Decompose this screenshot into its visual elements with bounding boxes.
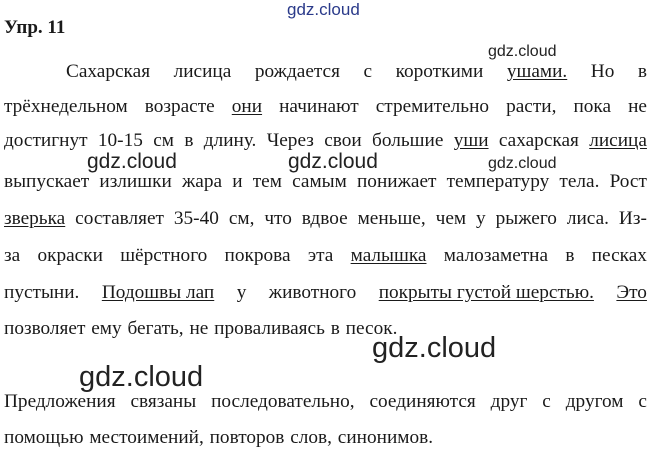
word: с [638,391,647,412]
word: малозаметна [443,245,549,266]
word: начинают [279,96,359,117]
exercise-title: Упр. 11 [4,17,66,38]
text-line-4: выпускает излишки жара и тем самым пониж… [4,171,647,192]
word: стремительно [375,96,490,117]
word: самым [292,171,347,192]
underlined-word: Это [616,282,647,303]
word: с [363,61,373,82]
word: в [184,130,194,151]
word: песках [591,245,647,266]
underlined-word: они [231,96,263,117]
underlined-phrase: Подошвы лап [101,282,215,303]
word: Сахарская [66,61,151,82]
page: gdz.cloud gdz.cloud gdz.cloud gdz.cloud … [0,0,650,449]
text-line-2: трёхнедельном возрасте они начинают стре… [4,96,647,117]
text-line-7: пустыни. Подошвы лап у животного покрыты… [4,282,647,303]
watermark-left-big: gdz.cloud [79,361,204,393]
word: эта [307,245,334,266]
word: тела. [559,171,600,192]
word: в [565,245,575,266]
word: лисица [173,61,232,82]
text-line-5: зверька составляет 35-40 см, что вдвое м… [4,208,647,229]
word: излишки [99,171,172,192]
word: Из- [618,208,647,229]
word: Предложения [4,391,116,412]
word: тем [252,171,282,192]
underlined-word: уши [453,130,489,151]
word: помощью [4,427,84,448]
word: большие [372,130,444,151]
underlined-word: зверька [4,208,66,229]
word: последовательно, [211,391,355,412]
word: и [232,171,243,192]
word: возрасте [144,96,215,117]
word: бегать, [127,318,184,339]
watermark-right-1: gdz.cloud [488,43,557,60]
word: связаны [130,391,197,412]
word: слов, [290,427,332,448]
word: позволяет [4,318,86,339]
word: соединяются [369,391,476,412]
word: местоимений, [89,427,204,448]
word: за [4,245,21,266]
word: пока [573,96,612,117]
text-line-8: позволяет ему бегать, не проваливаясь в … [4,319,397,338]
word: покрова [224,245,291,266]
word: не [628,96,647,117]
word: с [542,391,551,412]
watermark-top: gdz.cloud [287,0,360,19]
word: расти, [506,96,557,117]
underlined-word: ушами. [506,61,568,82]
word: животного [268,282,357,303]
word: Рост [609,171,647,192]
word: повторов [209,427,285,448]
word: рыжего [495,208,557,229]
word: меньше, [357,208,426,229]
word: синонимов. [337,427,434,448]
conclusion-line-1: Предложения связаны последовательно, сое… [4,391,647,412]
word: ему [91,318,122,339]
word: температуру [446,171,550,192]
word: окраски [37,245,103,266]
word: свои [324,130,362,151]
underlined-word: лисица [589,130,647,151]
word: чем [435,208,467,229]
word: см [153,130,174,151]
word: вдвое [301,208,348,229]
word: пустыни. [4,282,80,303]
word: 35-40 [173,208,219,229]
word: достигнут [4,130,88,151]
text-line-6: за окраски шёрстного покрова эта малышка… [4,245,647,266]
word: Через [266,130,314,151]
word: жара [181,171,223,192]
text-line-3: достигнут 10-15 см в длину. Через свои б… [4,130,647,151]
word: песок. [345,318,398,339]
word: Но [590,61,615,82]
word: рождается [254,61,340,82]
word: не [189,318,209,339]
word: трёхнедельном [4,96,128,117]
word: друг [490,391,528,412]
text-line-1: Сахарская лисица рождается с короткими у… [66,61,647,82]
conclusion-line-2: помощью местоимений, повторов слов, сино… [4,428,433,447]
word: 10-15 [97,130,143,151]
word: короткими [395,61,484,82]
word: длину. [203,130,257,151]
word: сахарская [498,130,579,151]
underlined-word: малышка [350,245,427,266]
word: в [330,318,340,339]
word: составляет [75,208,164,229]
underlined-phrase: покрыты густой шерстью. [378,282,594,303]
word: у [236,282,247,303]
word: понижает [356,171,437,192]
word: у [476,208,486,229]
word: лиса. [566,208,609,229]
word: выпускает [4,171,90,192]
word: в [637,61,647,82]
word: проваливаясь [214,318,325,339]
word: другом [565,391,624,412]
word: что [264,208,292,229]
word: см, [228,208,255,229]
word: шёрстного [120,245,208,266]
